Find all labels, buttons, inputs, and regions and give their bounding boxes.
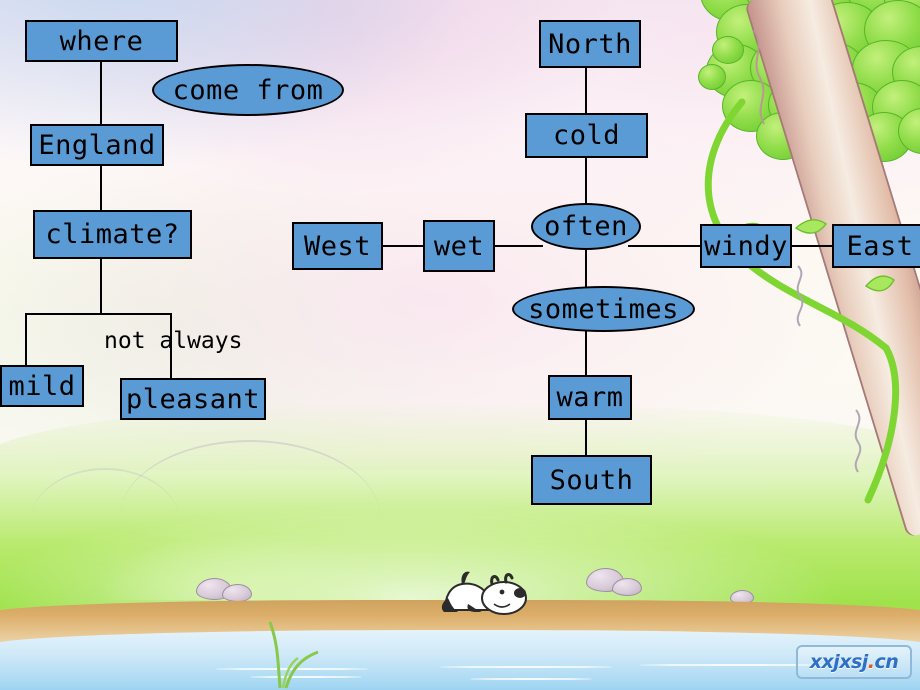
node-cold[interactable]: cold (525, 113, 648, 158)
branch-squiggle (753, 29, 765, 125)
rock (196, 578, 232, 600)
connector-cold-often (585, 158, 587, 203)
node-windy[interactable]: windy (700, 224, 792, 268)
node-north[interactable]: North (539, 20, 641, 68)
dog-illustration (441, 571, 527, 615)
water-ripple (216, 668, 368, 670)
rock (730, 590, 754, 604)
grass-hill (40, 470, 460, 600)
hill-outline (120, 440, 380, 532)
connector-split-mild (25, 313, 27, 365)
label-not-always: not always (104, 328, 243, 354)
rock (222, 584, 252, 602)
tree-vine (704, 98, 900, 504)
watermark-logo: xxjxsj. cn (796, 645, 912, 679)
node-climate[interactable]: climate? (33, 210, 192, 259)
connector-sometimes-warm (585, 330, 587, 376)
node-south[interactable]: South (531, 455, 652, 505)
connector-warm-south (585, 420, 587, 456)
watermark-dot: . (867, 651, 875, 673)
grass-field (0, 402, 920, 632)
hill-outline (30, 468, 180, 534)
connector-england-climate (100, 164, 102, 210)
watermark-text-right: cn (874, 651, 899, 673)
cloud-streak (470, 537, 710, 569)
connector-wet-often (495, 245, 543, 247)
node-wet[interactable]: wet (423, 220, 495, 272)
slide-canvas: where come from England climate? not alw… (0, 0, 920, 690)
sandy-shore (0, 600, 920, 644)
node-pleasant[interactable]: pleasant (120, 378, 266, 420)
rock (586, 568, 624, 592)
node-come-from[interactable]: come from (152, 64, 344, 116)
connector-often-windy (628, 245, 700, 247)
connector-north-cold (585, 68, 587, 113)
reed-plant (268, 621, 319, 689)
connector-often-sometimes (585, 250, 587, 288)
tree-trunk (743, 0, 920, 539)
pond-water (0, 630, 920, 690)
cloud-streak (320, 501, 620, 551)
water-ripple (250, 676, 362, 678)
connector-split-bar (25, 313, 172, 315)
node-warm[interactable]: warm (548, 375, 632, 420)
node-england[interactable]: England (30, 124, 164, 166)
connector-where-england (100, 60, 102, 124)
water-ripple (470, 678, 592, 680)
connector-west-wet (383, 245, 424, 247)
node-west[interactable]: West (292, 222, 383, 270)
node-sometimes[interactable]: sometimes (512, 286, 695, 332)
rock (612, 578, 642, 596)
connector-windy-east (792, 245, 832, 247)
cloud-streak (109, 548, 261, 573)
node-mild[interactable]: mild (0, 365, 84, 407)
connector-climate-split (100, 258, 102, 313)
water-ripple (440, 666, 612, 668)
watermark-text-left: xxjxsj (809, 651, 869, 673)
node-east[interactable]: East (832, 224, 920, 268)
cloud-streak (250, 483, 460, 527)
node-often[interactable]: often (531, 203, 641, 250)
node-where[interactable]: where (25, 20, 178, 62)
